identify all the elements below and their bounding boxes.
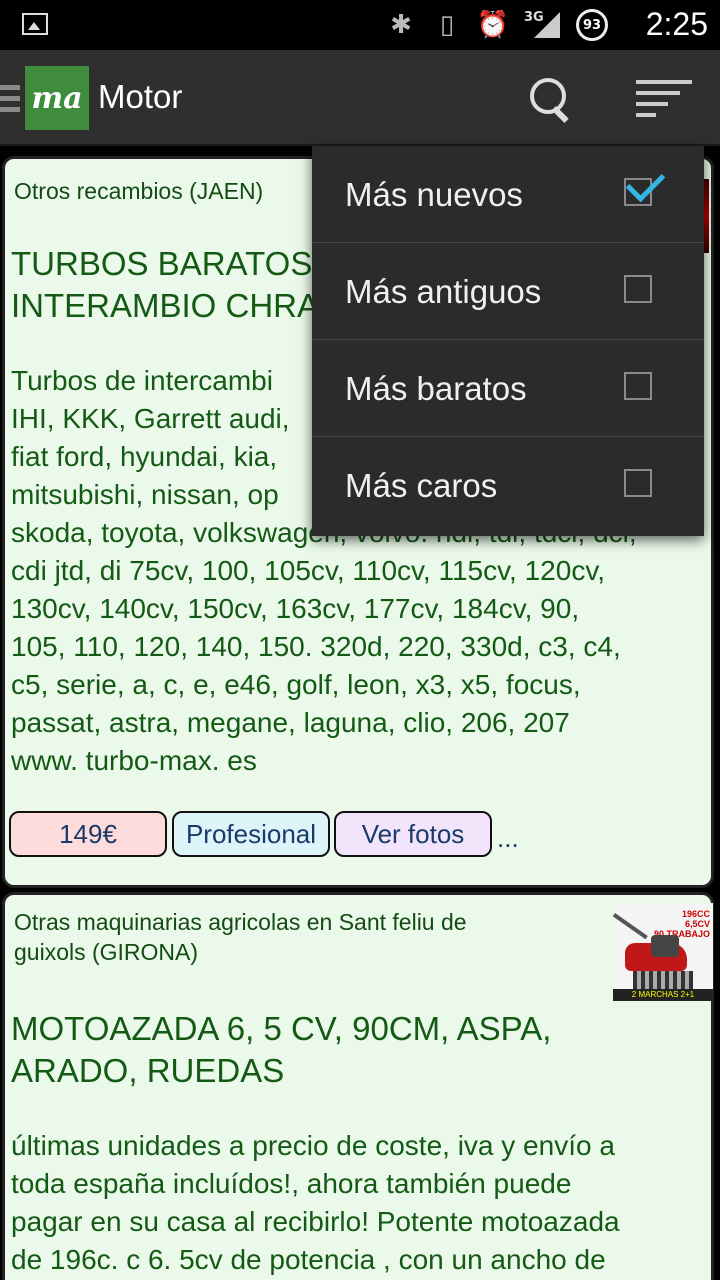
checkbox[interactable] bbox=[624, 372, 652, 400]
listing-category: Otras maquinarias agricolas en Sant feli… bbox=[14, 909, 467, 965]
seller-type-badge: Profesional bbox=[172, 811, 330, 857]
drawer-menu-icon[interactable] bbox=[0, 85, 20, 113]
clock: 2:25 bbox=[645, 6, 708, 42]
sort-menu: Más nuevos Más antiguos Más baratos Más … bbox=[312, 146, 704, 536]
bluetooth-icon: ✱ bbox=[390, 10, 412, 40]
listing-thumbnail[interactable]: 196CC 6,5CV 90 TRABAJO 2 MARCHAS 2+1 bbox=[613, 903, 713, 1001]
app-logo[interactable]: ma bbox=[25, 66, 89, 130]
page-title: Motor bbox=[98, 78, 183, 115]
listing-category: Otros recambios (JAEN) bbox=[14, 178, 264, 204]
thumbnail-footer: 2 MARCHAS 2+1 bbox=[613, 989, 713, 1001]
sort-option-newest[interactable]: Más nuevos bbox=[312, 146, 704, 243]
signal-icon: 3G bbox=[524, 10, 560, 40]
more-indicator: ... bbox=[497, 823, 519, 853]
sort-icon[interactable] bbox=[636, 80, 692, 117]
view-photos-button[interactable]: Ver fotos bbox=[334, 811, 492, 857]
listing-title: MOTOAZADA 6, 5 CV, 90CM, ASPA, ARADO, RU… bbox=[11, 1010, 552, 1089]
sort-option-most-expensive[interactable]: Más caros bbox=[312, 437, 704, 534]
listing-title: TURBOS BARATOS INTERAMBIO CHRA bbox=[11, 245, 320, 324]
vibrate-icon: ▯ bbox=[439, 10, 455, 40]
sort-option-oldest[interactable]: Más antiguos bbox=[312, 243, 704, 340]
action-bar: ma Motor bbox=[0, 50, 720, 146]
price-badge: 149€ bbox=[9, 811, 167, 857]
checkbox[interactable] bbox=[624, 275, 652, 303]
sort-option-cheapest[interactable]: Más baratos bbox=[312, 340, 704, 437]
status-bar: ✱ ▯ ⏰ 3G 93 2:25 bbox=[0, 0, 720, 50]
listing-card[interactable]: Otras maquinarias agricolas en Sant feli… bbox=[2, 892, 714, 1280]
checkbox[interactable] bbox=[624, 469, 652, 497]
battery-icon: 93 bbox=[576, 9, 608, 41]
listing-description: últimas unidades a precio de coste, iva … bbox=[11, 1130, 620, 1275]
status-icons: ✱ ▯ ⏰ 3G 93 bbox=[386, 8, 608, 42]
search-icon[interactable] bbox=[526, 74, 578, 126]
alarm-icon: ⏰ bbox=[476, 10, 510, 40]
image-notification-icon bbox=[22, 13, 48, 35]
